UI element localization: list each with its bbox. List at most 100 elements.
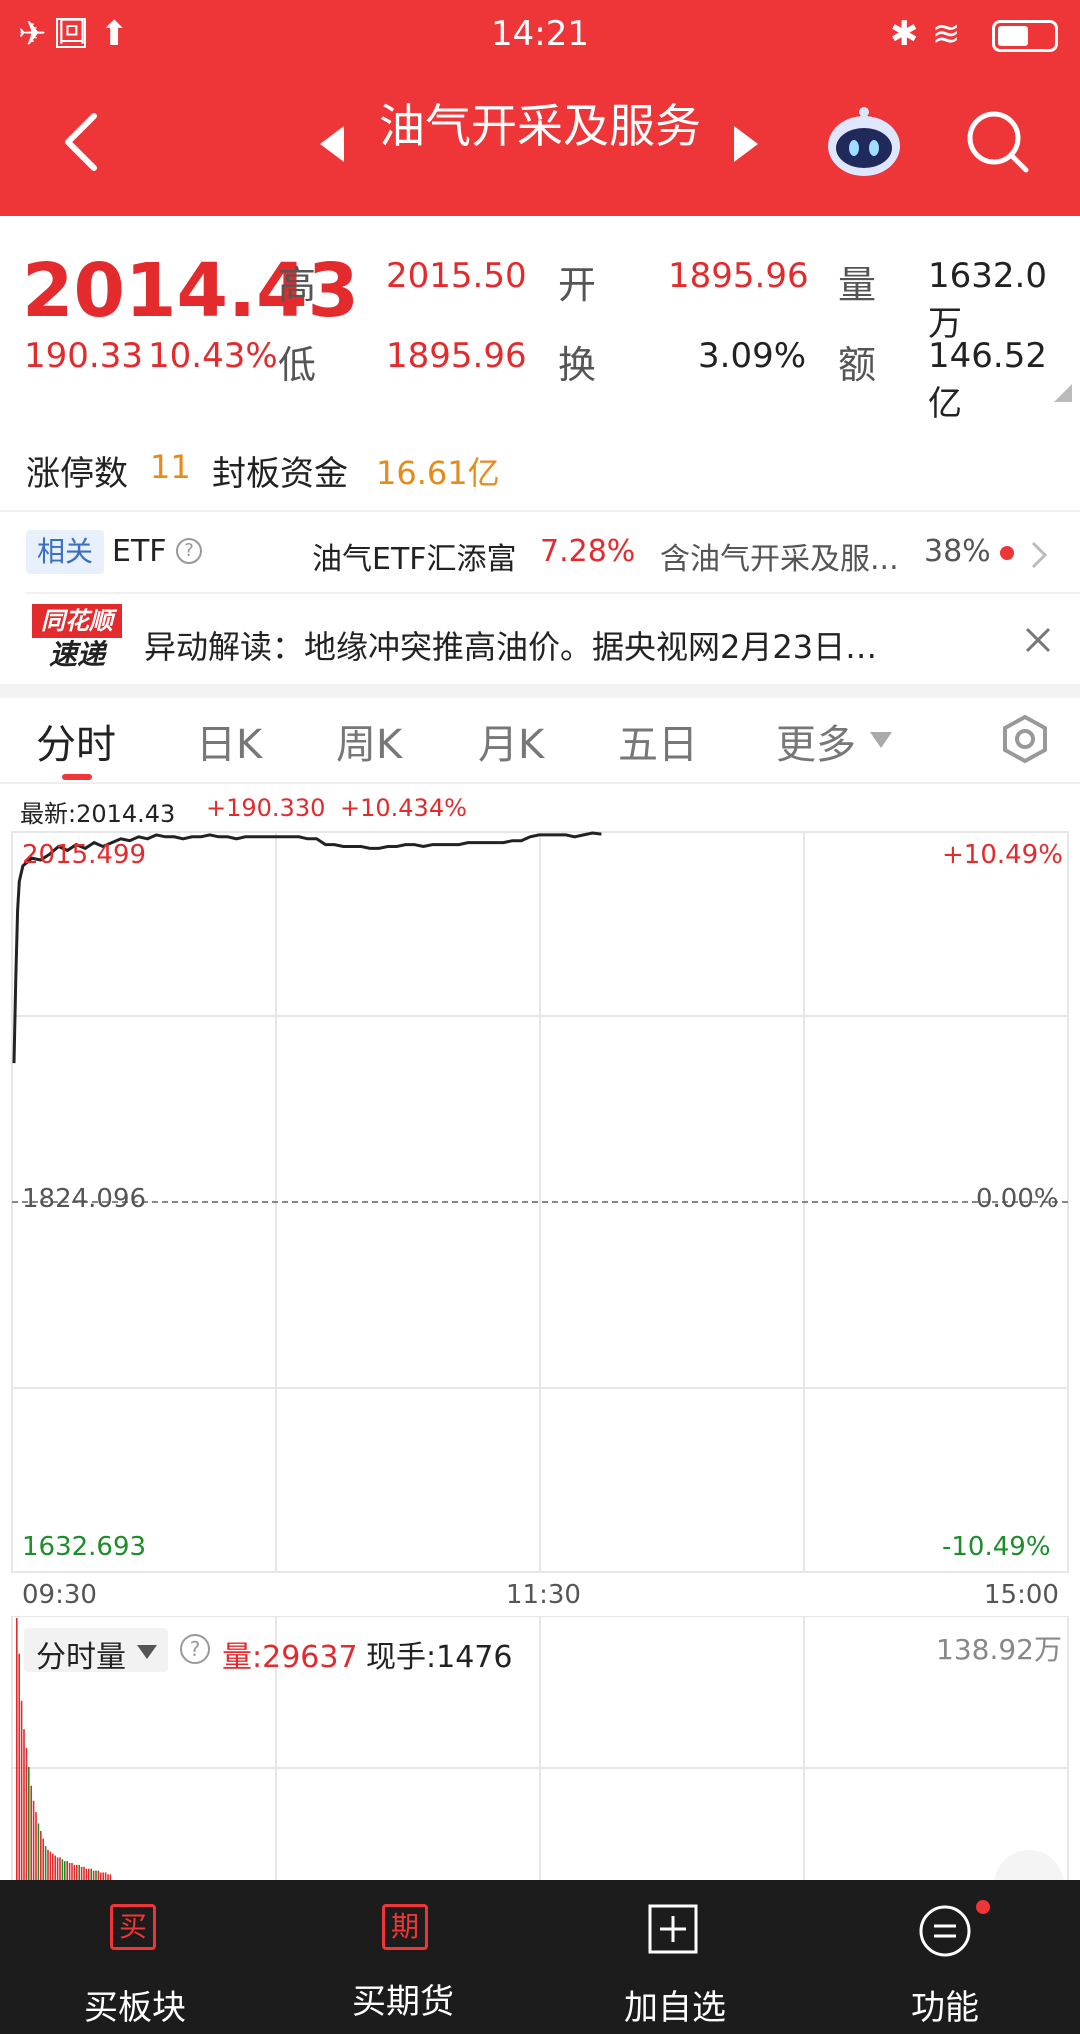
news-text[interactable]: 异动解读：地缘冲突推高油价。据央视网2月23日… xyxy=(144,622,877,668)
volume-bar xyxy=(47,1849,49,1880)
buy-futures-button[interactable]: 期 买期货 xyxy=(270,1880,540,2034)
intraday-change: +190.330 xyxy=(206,794,326,822)
volume-bar xyxy=(40,1831,42,1880)
etf-pct: 7.28% xyxy=(540,534,636,569)
logo-bottom: 速递 xyxy=(48,638,105,671)
volume-bar xyxy=(83,1866,85,1880)
volume-value: 1632.0万 xyxy=(928,256,1047,344)
volume-bar xyxy=(30,1785,32,1880)
volume-bar xyxy=(90,1868,92,1880)
volume-bar xyxy=(42,1838,44,1880)
wifi-icon: ≋ xyxy=(932,14,961,54)
tab-daily-k[interactable]: 日K xyxy=(196,712,262,770)
volume-bar xyxy=(68,1863,71,1880)
divider xyxy=(26,592,1080,594)
volume-bar xyxy=(80,1866,83,1880)
etf-contains: 含油气开采及服... xyxy=(660,542,899,577)
volume-bar xyxy=(20,1700,23,1880)
open-value: 1895.96 xyxy=(668,256,809,296)
turnover-value: 3.09% xyxy=(698,336,807,376)
volume-bar xyxy=(85,1868,88,1880)
sealed-fund-value: 16.61亿 xyxy=(376,454,500,492)
y-axis-mid: 1824.096 xyxy=(22,1184,147,1214)
limit-up-count-label: 涨停数 xyxy=(26,454,128,494)
close-icon[interactable] xyxy=(1024,626,1052,654)
volume-bar xyxy=(78,1864,80,1880)
dropdown-icon[interactable] xyxy=(868,730,894,750)
y-axis-bottom: 1632.693 xyxy=(22,1532,147,1562)
help-icon[interactable]: ? xyxy=(176,538,202,564)
volume-bar xyxy=(49,1851,52,1880)
buy-futures-label: 买期货 xyxy=(352,1982,454,2022)
volume-bar xyxy=(16,1618,18,1880)
notification-dot xyxy=(976,1900,990,1914)
latest-price-label: 最新:2014.43 xyxy=(20,800,176,828)
bottom-nav: 买 买板块 期 买期货 加自选 功能 xyxy=(0,1880,1080,2034)
volume-bar xyxy=(52,1853,54,1880)
tab-five-day[interactable]: 五日 xyxy=(618,712,698,770)
related-tag: 相关 xyxy=(26,530,104,574)
etf-weight: 38% xyxy=(924,534,991,569)
high-label: 高 xyxy=(278,263,317,307)
volume-value-label: 量:29637 xyxy=(222,1640,358,1675)
header-bar: ✈ 回 ⬆ 14:21 ✱ ≋ 油气开采及服务 xyxy=(0,0,1080,216)
open-label: 开 xyxy=(558,263,597,307)
volume-bar xyxy=(35,1812,37,1880)
functions-label: 功能 xyxy=(911,1988,979,2028)
battery-icon xyxy=(992,20,1058,52)
add-watchlist-button[interactable]: 加自选 xyxy=(540,1880,810,2034)
etf-name[interactable]: 油气ETF汇添富 xyxy=(312,534,517,578)
current-hand-label: 现手:1476 xyxy=(366,1640,513,1675)
tab-monthly-k[interactable]: 月K xyxy=(478,712,544,770)
amount-label: 额 xyxy=(838,343,877,387)
menu-icon xyxy=(919,1905,971,1957)
bluetooth-icon: ✱ xyxy=(890,14,919,54)
high-value: 2015.50 xyxy=(386,256,527,296)
dropdown-icon xyxy=(137,1645,157,1659)
help-icon[interactable]: ? xyxy=(180,1634,210,1664)
robot-assistant-icon[interactable] xyxy=(824,104,904,180)
volume-bar xyxy=(54,1855,56,1880)
add-icon xyxy=(648,1904,698,1954)
volume-selector[interactable]: 分时量 xyxy=(24,1628,168,1675)
expand-corner-icon[interactable] xyxy=(1054,384,1072,402)
sealed-fund-label: 封板资金 xyxy=(212,454,348,494)
buy-sector-label: 买板块 xyxy=(84,1988,186,2028)
etf-label: ETF xyxy=(112,534,167,569)
volume-grid xyxy=(11,1616,1069,1880)
y-axis-top: 2015.499 xyxy=(22,840,147,870)
amount-value: 146.52亿 xyxy=(928,336,1047,424)
tab-intraday[interactable]: 分时 xyxy=(36,712,116,770)
volume-bar xyxy=(92,1870,95,1880)
low-label: 低 xyxy=(278,343,317,387)
buy-icon: 买 xyxy=(110,1904,156,1950)
chart-grid xyxy=(11,831,1069,1573)
volume-bar xyxy=(25,1748,28,1880)
search-icon[interactable] xyxy=(964,108,1032,176)
tab-more[interactable]: 更多 xyxy=(776,712,856,770)
pct-axis-top: +10.49% xyxy=(942,840,1063,870)
volume-bar xyxy=(59,1857,61,1880)
settings-icon[interactable] xyxy=(1000,714,1050,764)
tab-weekly-k[interactable]: 周K xyxy=(336,712,402,770)
volume-bar xyxy=(73,1864,76,1880)
add-watchlist-label: 加自选 xyxy=(624,1988,726,2028)
tab-active-indicator xyxy=(62,774,92,780)
volume-bar xyxy=(44,1846,47,1880)
price-change-pct: 10.43% xyxy=(148,336,278,376)
volume-bar xyxy=(56,1857,59,1880)
volume-bar xyxy=(100,1872,102,1880)
next-sector-icon[interactable] xyxy=(732,124,760,164)
volume-bar xyxy=(71,1863,73,1880)
functions-button[interactable]: 功能 xyxy=(810,1880,1080,2034)
app-root: ✈ 回 ⬆ 14:21 ✱ ≋ 油气开采及服务 2014.43 190.33 1… xyxy=(0,0,1080,2034)
volume-bar xyxy=(97,1870,100,1880)
intraday-price-chart[interactable] xyxy=(0,826,1080,1576)
ths-express-logo: 同花顺 速递 xyxy=(32,604,122,674)
volume-selector-label: 分时量 xyxy=(36,1640,126,1675)
buy-sector-button[interactable]: 买 买板块 xyxy=(0,1880,270,2034)
chevron-right-icon[interactable] xyxy=(1030,540,1048,570)
time-end: 15:00 xyxy=(984,1580,1059,1610)
volume-bar xyxy=(28,1766,30,1880)
pct-axis-bottom: -10.49% xyxy=(942,1532,1051,1562)
